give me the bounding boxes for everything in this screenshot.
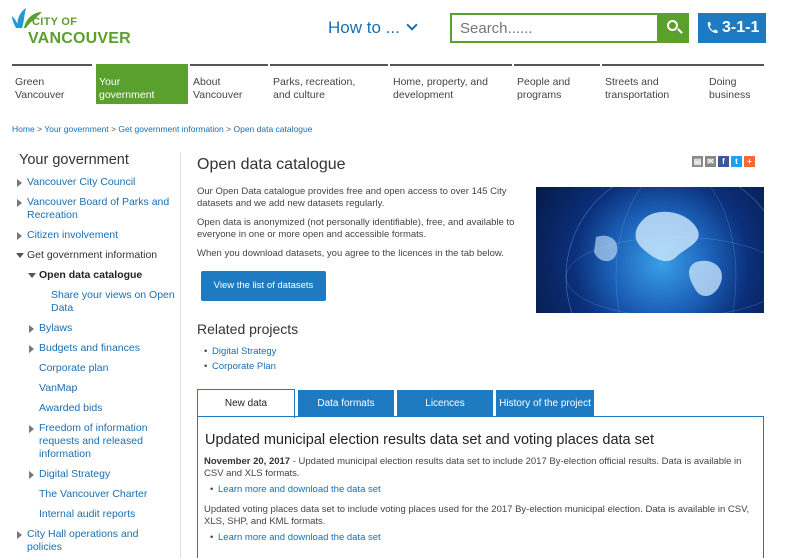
expand-triangle-icon [17,531,22,539]
sidebar-item-get-information[interactable]: Get government information [12,249,182,262]
collapse-triangle-icon [16,253,24,258]
nav-item-green-vancouver[interactable]: Green Vancouver [12,64,92,104]
news-paragraph: November 20, 2017 - Updated municipal el… [204,456,742,479]
sidebar-item-citizen-involvement[interactable]: Citizen involvement [12,229,182,242]
tab-licences[interactable]: Licences [397,390,493,417]
phone-icon [707,22,718,34]
news-date: November 20, 2017 [204,456,291,467]
howto-label: How to ... [328,18,400,37]
sidebar-item-city-council[interactable]: Vancouver City Council [12,176,182,189]
city-logo[interactable]: CITY OF VANCOUVER [12,6,132,52]
sidebar-item-bylaws[interactable]: Bylaws [12,322,182,335]
view-datasets-button[interactable]: View the list of datasets [201,271,326,301]
tab-data-formats[interactable]: Data formats [298,390,394,417]
news-link-learn-more[interactable]: Learn more and download the data set [204,484,756,496]
twitter-icon[interactable]: t [731,156,742,167]
facebook-icon[interactable]: f [718,156,729,167]
sidebar-item-open-data-catalogue[interactable]: Open data catalogue [12,269,182,282]
expand-triangle-icon [17,199,22,207]
sidebar-item-audit-reports[interactable]: Internal audit reports [12,508,182,521]
nav-item-streets[interactable]: Streets and transportation [602,64,706,104]
chevron-down-icon [406,19,418,31]
howto-dropdown[interactable]: How to ... [328,18,418,38]
sidebar-item-digital-strategy[interactable]: Digital Strategy [12,468,182,481]
intro-paragraph: Open data is anonymized (not personally … [197,217,515,240]
main-nav: Green Vancouver Your government About Vanco… [12,64,764,104]
expand-triangle-icon [29,325,34,333]
search-input[interactable] [452,15,657,41]
logo-city-of: CITY OF [32,16,78,28]
sidebar: Your government Vancouver City Council V… [12,152,182,554]
search-box[interactable] [450,13,659,43]
sidebar-title: Your government [19,152,129,168]
nav-item-parks[interactable]: Parks, recreation, and culture [270,64,388,104]
sidebar-item-vanmap[interactable]: VanMap [12,382,182,395]
nav-item-home-property[interactable]: Home, property, and development [390,64,512,104]
related-projects-heading: Related projects [197,321,299,337]
nav-item-doing-business[interactable]: Doing business [706,64,764,104]
breadcrumb-home[interactable]: Home [12,124,35,134]
intro-paragraph: When you download datasets, you agree to… [197,248,504,259]
intro-text: Our Open Data catalogue provides free an… [197,186,527,267]
sidebar-item-foi[interactable]: Freedom of information requests and rele… [12,422,160,461]
breadcrumb-get-information[interactable]: Get government information [118,124,223,134]
related-link-digital-strategy[interactable]: Digital Strategy [204,344,276,359]
breadcrumb-current[interactable]: Open data catalogue [233,124,312,134]
tab-history[interactable]: History of the project [496,390,594,417]
tab-new-data[interactable]: New data [197,389,295,418]
collapse-triangle-icon [28,273,36,278]
search-button[interactable] [659,13,689,43]
expand-triangle-icon [29,425,34,433]
page-title: Open data catalogue [197,156,346,173]
expand-triangle-icon [29,471,34,479]
logo-vancouver: VANCOUVER [28,30,131,47]
breadcrumb-your-government[interactable]: Your government [44,124,108,134]
expand-triangle-icon [29,345,34,353]
share-plus-icon[interactable]: + [744,156,755,167]
globe-image [536,187,764,313]
globe-graphic [565,187,764,313]
sidebar-item-budgets[interactable]: Budgets and finances [12,342,182,355]
print-icon[interactable]: ▤ [692,156,703,167]
news-title: Updated municipal election results data … [205,432,654,448]
nav-item-people-programs[interactable]: People and programs [514,64,600,104]
sidebar-item-vancouver-charter[interactable]: The Vancouver Charter [12,488,182,501]
related-projects-list: Digital Strategy Corporate Plan [204,344,276,374]
share-bar: ▤ ✉ f t + [692,155,757,167]
expand-triangle-icon [17,179,22,187]
phone-311-button[interactable]: 3-1-1 [698,13,766,43]
phone-label: 3-1-1 [722,19,760,36]
news-body: November 20, 2017 - Updated municipal el… [204,456,756,552]
breadcrumb: Home > Your government > Get government … [12,124,313,134]
sidebar-item-share-views[interactable]: Share your views on Open Data [12,289,182,315]
sidebar-divider [180,152,181,558]
email-icon[interactable]: ✉ [705,156,716,167]
news-link-learn-more[interactable]: Learn more and download the data set [204,532,756,544]
sidebar-item-corporate-plan[interactable]: Corporate plan [12,362,182,375]
news-paragraph: Updated voting places data set to includ… [204,504,750,527]
sidebar-item-parks-board[interactable]: Vancouver Board of Parks and Recreation [12,196,182,222]
related-link-corporate-plan[interactable]: Corporate Plan [204,359,276,374]
nav-item-your-government[interactable]: Your government [96,64,188,104]
expand-triangle-icon [17,232,22,240]
nav-item-about-vancouver[interactable]: About Vancouver [190,64,268,104]
intro-paragraph: Our Open Data catalogue provides free an… [197,186,507,209]
sidebar-item-awarded-bids[interactable]: Awarded bids [12,402,182,415]
sidebar-item-city-hall[interactable]: City Hall operations and policies [12,528,142,554]
